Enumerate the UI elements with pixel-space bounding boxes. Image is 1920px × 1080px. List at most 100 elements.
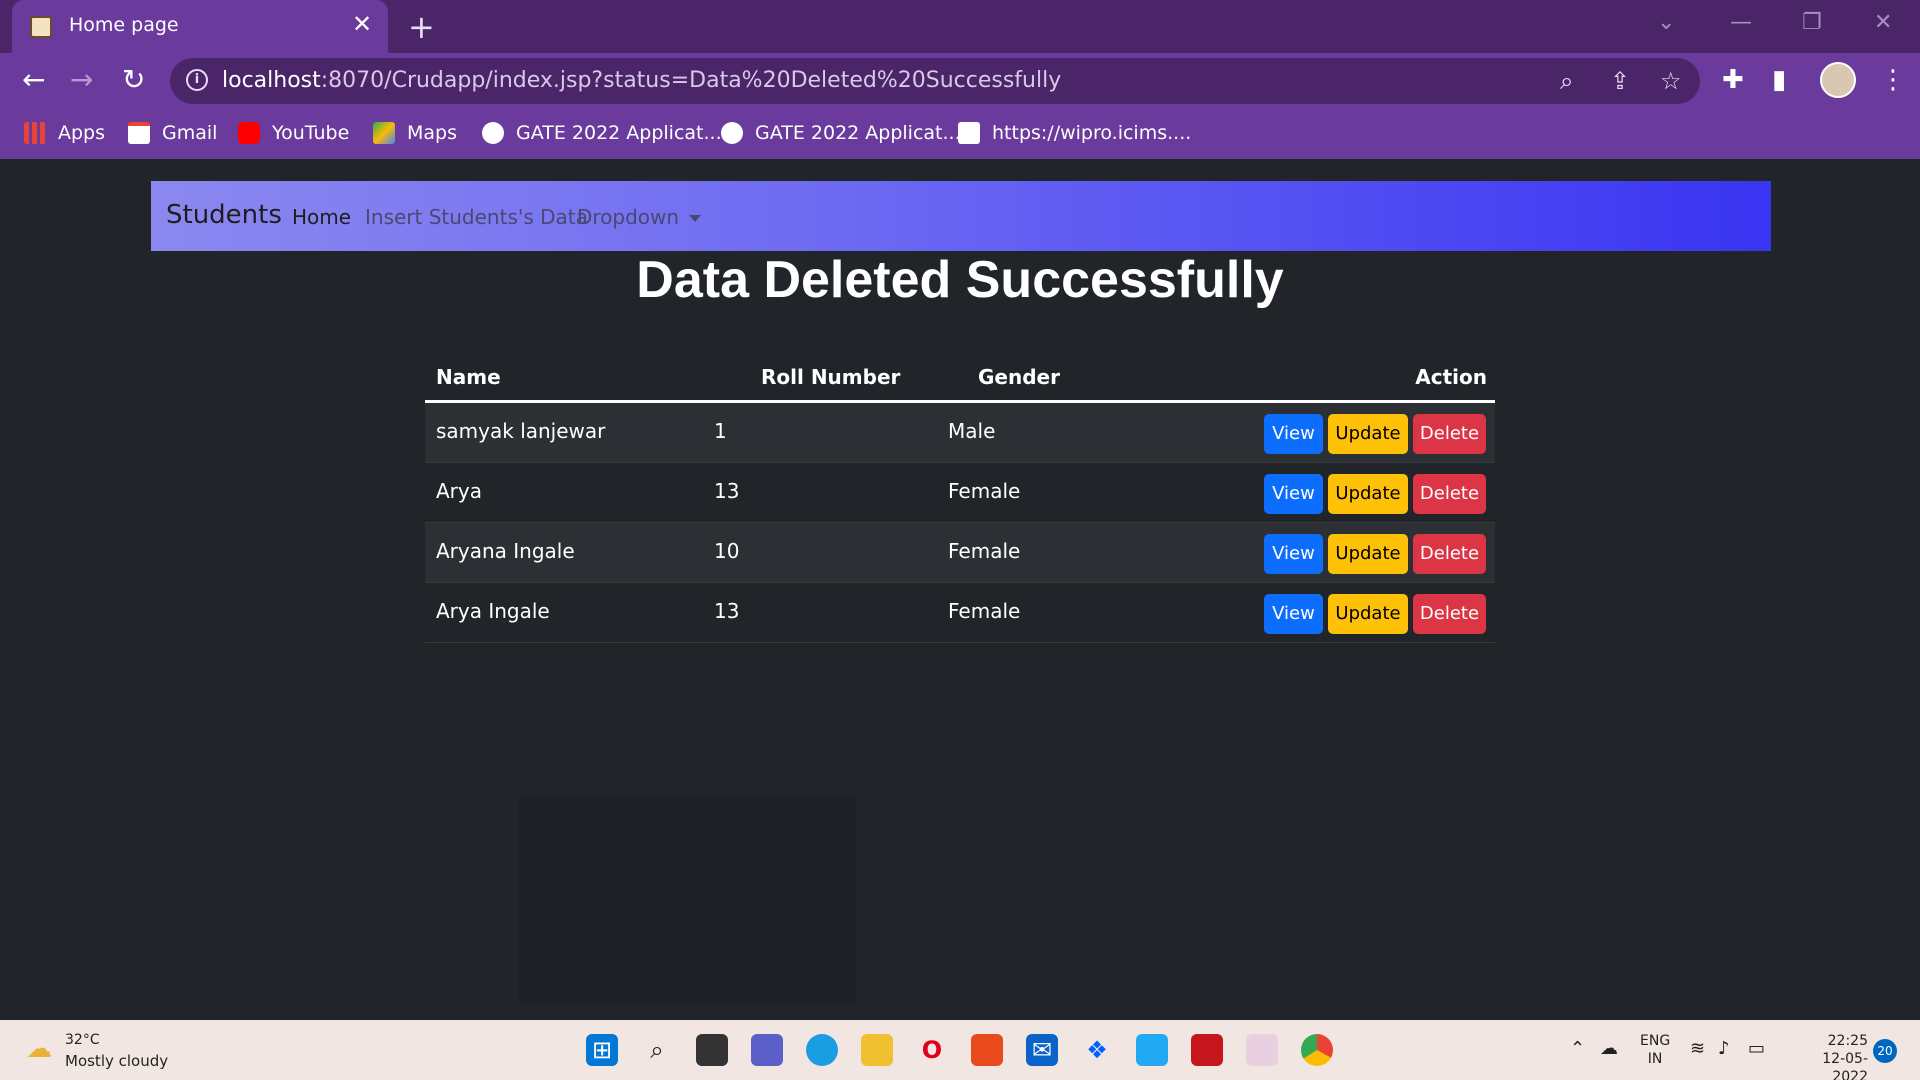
faded-overlay-panel bbox=[518, 795, 856, 1005]
extensions-icon[interactable]: ✚ bbox=[1722, 65, 1744, 95]
system-clock[interactable]: 22:25 12-05-2022 bbox=[1790, 1032, 1868, 1080]
reload-button[interactable]: ↻ bbox=[122, 65, 145, 95]
edge-icon[interactable] bbox=[806, 1034, 838, 1066]
bookmark-gate-1[interactable]: GATE 2022 Applicat... bbox=[482, 119, 722, 147]
language-code: ENG bbox=[1640, 1033, 1671, 1049]
tab-home-page[interactable]: Home page ✕ bbox=[12, 0, 388, 53]
delete-button[interactable]: Delete bbox=[1413, 594, 1486, 634]
bookmark-gate-2[interactable]: GATE 2022 Applicat... bbox=[721, 119, 961, 147]
navbar-brand[interactable]: Students bbox=[166, 200, 282, 230]
nav-insert-link[interactable]: Insert Students's Data bbox=[365, 205, 588, 229]
tomcat-favicon-icon bbox=[30, 16, 52, 38]
view-button[interactable]: View bbox=[1264, 594, 1323, 634]
tab-title: Home page bbox=[69, 14, 179, 36]
table-row: Aryana Ingale 10 Female View Update Dele… bbox=[425, 523, 1495, 583]
view-button[interactable]: View bbox=[1264, 534, 1323, 574]
weather-temperature[interactable]: 32°C bbox=[65, 1032, 100, 1048]
tab-search-icon[interactable]: ⌄ bbox=[1657, 10, 1675, 35]
update-button[interactable]: Update bbox=[1328, 474, 1408, 514]
nav-dropdown-toggle[interactable]: Dropdown bbox=[577, 205, 702, 229]
cell-roll: 10 bbox=[714, 539, 740, 563]
delete-button[interactable]: Delete bbox=[1413, 414, 1486, 454]
chevron-up-icon[interactable]: ⌃ bbox=[1570, 1038, 1585, 1059]
update-button[interactable]: Update bbox=[1328, 534, 1408, 574]
bookmark-maps[interactable]: Maps bbox=[373, 119, 457, 147]
teams-chat-icon[interactable] bbox=[751, 1034, 783, 1066]
delete-button[interactable]: Delete bbox=[1413, 474, 1486, 514]
header-gender: Gender bbox=[978, 365, 1060, 389]
language-indicator[interactable]: ENG IN bbox=[1640, 1032, 1670, 1068]
office-icon[interactable] bbox=[971, 1034, 1003, 1066]
mail-icon[interactable]: ✉ bbox=[1026, 1034, 1058, 1066]
task-view-icon[interactable] bbox=[696, 1034, 728, 1066]
site-navbar: Students Home Insert Students's Data Dro… bbox=[151, 181, 1771, 251]
notification-badge[interactable]: 20 bbox=[1873, 1039, 1897, 1063]
weather-cloud-sun-icon[interactable]: ☁ bbox=[26, 1034, 52, 1064]
bookmark-star-icon[interactable]: ☆ bbox=[1660, 67, 1682, 95]
bookmark-label: GATE 2022 Applicat... bbox=[516, 122, 722, 144]
restore-button[interactable]: ❐ bbox=[1802, 10, 1822, 35]
apps-grid-icon bbox=[24, 122, 46, 144]
vscode-icon[interactable] bbox=[1136, 1034, 1168, 1066]
cell-name: Aryana Ingale bbox=[436, 539, 575, 563]
bookmarks-bar: Apps Gmail YouTube Maps GATE 2022 Applic… bbox=[0, 109, 1920, 159]
view-button[interactable]: View bbox=[1264, 474, 1323, 514]
table-row: Arya 13 Female View Update Delete bbox=[425, 463, 1495, 523]
acrobat-icon[interactable] bbox=[1191, 1034, 1223, 1066]
onedrive-offline-icon[interactable]: ☁ bbox=[1600, 1038, 1618, 1059]
globe-icon bbox=[721, 122, 743, 144]
zoom-icon[interactable]: ⌕ bbox=[1560, 67, 1573, 95]
bookmark-label: Gmail bbox=[162, 122, 218, 144]
wifi-icon[interactable]: ≋ bbox=[1690, 1038, 1705, 1059]
back-button[interactable]: ← bbox=[22, 65, 45, 95]
bookmark-label: Maps bbox=[407, 122, 457, 144]
bookmark-apps[interactable]: Apps bbox=[24, 119, 105, 147]
nav-home-link[interactable]: Home bbox=[292, 205, 351, 229]
chrome-icon[interactable] bbox=[1301, 1034, 1333, 1066]
site-info-icon[interactable]: i bbox=[186, 69, 208, 91]
close-window-button[interactable]: ✕ bbox=[1874, 10, 1892, 35]
address-bar[interactable]: i localhost:8070/Crudapp/index.jsp?statu… bbox=[170, 58, 1700, 104]
weather-description[interactable]: Mostly cloudy bbox=[65, 1052, 168, 1070]
forward-button[interactable]: → bbox=[70, 65, 93, 95]
students-table: Name Roll Number Gender Action samyak la… bbox=[425, 355, 1495, 643]
bookmark-youtube[interactable]: YouTube bbox=[238, 119, 349, 147]
header-roll-number: Roll Number bbox=[761, 365, 901, 389]
windows-start-icon[interactable]: ⊞ bbox=[586, 1034, 618, 1066]
table-row: Arya Ingale 13 Female View Update Delete bbox=[425, 583, 1495, 643]
battery-icon[interactable]: ▭ bbox=[1748, 1038, 1765, 1059]
youtube-icon bbox=[238, 122, 260, 144]
update-button[interactable]: Update bbox=[1328, 414, 1408, 454]
cell-roll: 13 bbox=[714, 599, 740, 623]
bookmark-gmail[interactable]: Gmail bbox=[128, 119, 217, 147]
cell-name: Arya bbox=[436, 479, 482, 503]
maps-icon bbox=[373, 122, 395, 144]
share-icon[interactable]: ⇪ bbox=[1610, 67, 1630, 95]
header-name: Name bbox=[436, 365, 501, 389]
search-icon[interactable]: ⌕ bbox=[641, 1034, 673, 1066]
new-tab-button[interactable]: + bbox=[408, 8, 435, 46]
clock-date: 12-05-2022 bbox=[1822, 1051, 1868, 1080]
side-panel-icon[interactable]: ▮ bbox=[1772, 65, 1786, 95]
address-url[interactable]: localhost:8070/Crudapp/index.jsp?status=… bbox=[222, 68, 1061, 93]
app-cube-icon[interactable] bbox=[1246, 1034, 1278, 1066]
profile-avatar[interactable] bbox=[1820, 62, 1856, 98]
minimize-button[interactable]: — bbox=[1730, 10, 1752, 35]
wipro-icon bbox=[958, 122, 980, 144]
opera-icon[interactable]: O bbox=[916, 1034, 948, 1066]
bookmark-wipro[interactable]: https://wipro.icims.... bbox=[958, 119, 1191, 147]
cell-gender: Male bbox=[948, 419, 996, 443]
cell-gender: Female bbox=[948, 479, 1021, 503]
dropbox-icon[interactable]: ❖ bbox=[1081, 1034, 1113, 1066]
globe-icon bbox=[482, 122, 504, 144]
update-button[interactable]: Update bbox=[1328, 594, 1408, 634]
menu-icon[interactable]: ⋮ bbox=[1880, 65, 1906, 95]
bookmark-label: GATE 2022 Applicat... bbox=[755, 122, 961, 144]
close-tab-icon[interactable]: ✕ bbox=[352, 10, 372, 38]
delete-button[interactable]: Delete bbox=[1413, 534, 1486, 574]
url-path: :8070/Crudapp/index.jsp?status=Data%20De… bbox=[320, 68, 1062, 93]
cell-roll: 1 bbox=[714, 419, 727, 443]
file-explorer-icon[interactable] bbox=[861, 1034, 893, 1066]
volume-icon[interactable]: ♪ bbox=[1718, 1038, 1730, 1059]
view-button[interactable]: View bbox=[1264, 414, 1323, 454]
